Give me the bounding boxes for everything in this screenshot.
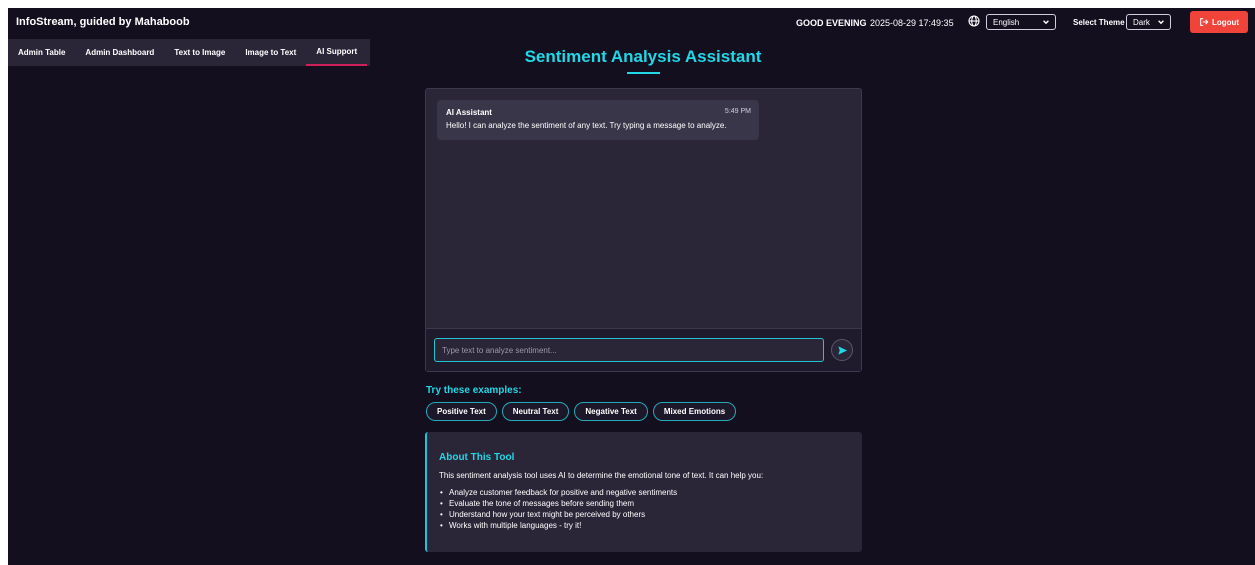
list-item: Understand how your text might be percei… [439, 509, 850, 520]
top-header: InfoStream, guided by Mahaboob GOOD EVEN… [8, 8, 1255, 38]
about-panel: About This Tool This sentiment analysis … [425, 432, 862, 552]
logout-icon [1200, 18, 1209, 26]
send-icon [837, 345, 847, 355]
chip-positive-text[interactable]: Positive Text [426, 402, 497, 421]
language-value: English [993, 17, 1020, 27]
message-text: Hello! I can analyze the sentiment of an… [446, 121, 727, 130]
chevron-down-icon [1158, 20, 1164, 25]
sentiment-input[interactable] [434, 338, 824, 362]
datetime-text: 2025-08-29 17:49:35 [870, 18, 954, 28]
theme-value: Dark [1133, 17, 1150, 27]
message-sender: AI Assistant [446, 108, 492, 117]
page-title: Sentiment Analysis Assistant [524, 47, 762, 66]
app-frame: InfoStream, guided by Mahaboob GOOD EVEN… [8, 8, 1255, 565]
main-nav: Admin Table Admin Dashboard Text to Imag… [8, 39, 370, 66]
send-button[interactable] [831, 339, 853, 361]
list-item: Evaluate the tone of messages before sen… [439, 498, 850, 509]
example-chips: Positive Text Neutral Text Negative Text… [426, 402, 737, 421]
examples-label: Try these examples: [426, 385, 522, 396]
language-select[interactable]: English [986, 14, 1056, 30]
chip-negative-text[interactable]: Negative Text [574, 402, 648, 421]
about-title: About This Tool [439, 452, 515, 463]
theme-label: Select Theme [1073, 18, 1125, 27]
assistant-message: AI Assistant 5:49 PM Hello! I can analyz… [437, 100, 759, 140]
message-time: 5:49 PM [724, 108, 751, 115]
nav-admin-table[interactable]: Admin Table [8, 39, 75, 66]
chat-panel: AI Assistant 5:49 PM Hello! I can analyz… [425, 88, 862, 372]
nav-image-to-text[interactable]: Image to Text [235, 39, 306, 66]
chip-neutral-text[interactable]: Neutral Text [501, 402, 570, 421]
greeting-text: GOOD EVENING [796, 18, 867, 28]
chevron-down-icon [1043, 20, 1049, 25]
logout-label: Logout [1211, 17, 1240, 27]
logout-button[interactable]: Logout [1190, 11, 1248, 33]
nav-admin-dashboard[interactable]: Admin Dashboard [75, 39, 164, 66]
list-item: Analyze customer feedback for positive a… [439, 487, 850, 498]
list-item: Works with multiple languages - try it! [439, 520, 850, 531]
chip-mixed-emotions[interactable]: Mixed Emotions [652, 402, 737, 421]
about-description: This sentiment analysis tool uses AI to … [439, 471, 764, 480]
globe-icon [968, 15, 980, 27]
chat-input-bar [426, 328, 861, 371]
about-list: Analyze customer feedback for positive a… [439, 487, 850, 531]
title-underline [627, 72, 660, 74]
nav-text-to-image[interactable]: Text to Image [164, 39, 235, 66]
brand-title: InfoStream, guided by Mahaboob [16, 16, 190, 28]
nav-ai-support[interactable]: AI Support [306, 39, 368, 66]
theme-select[interactable]: Dark [1126, 14, 1171, 30]
